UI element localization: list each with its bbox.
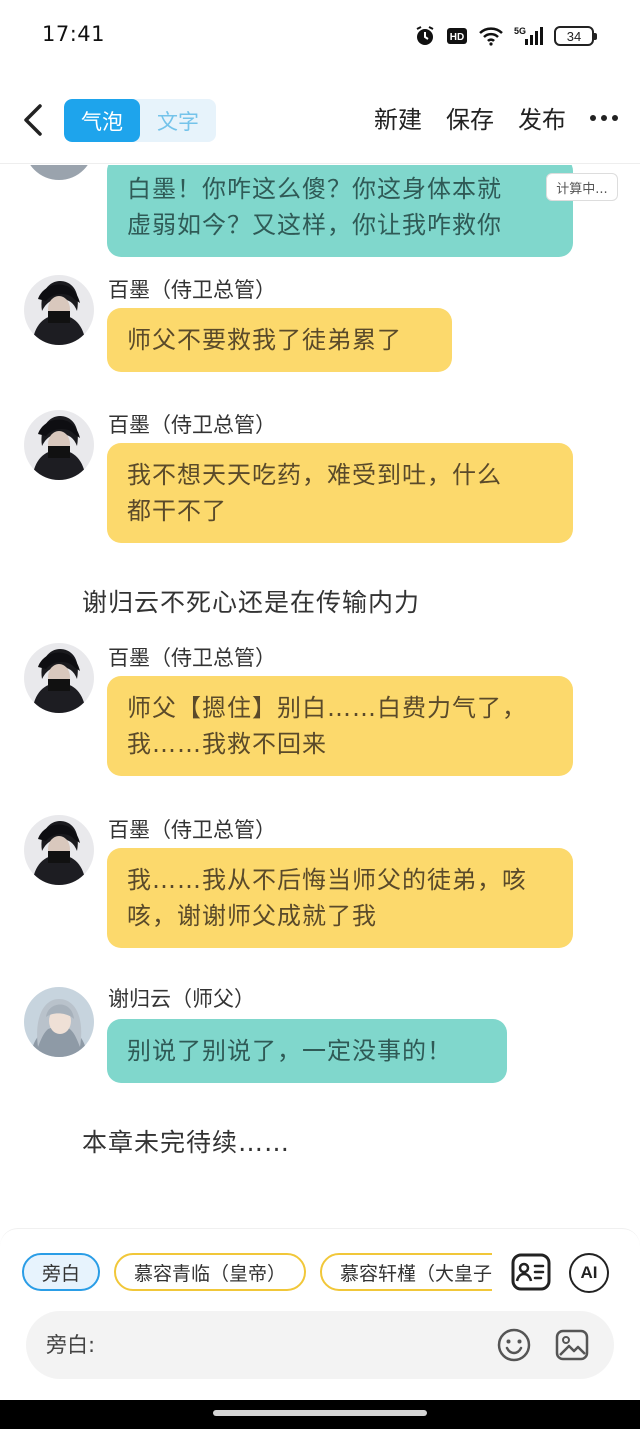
hd-icon: HD — [447, 28, 467, 44]
mode-toggle: 气泡 文字 — [64, 99, 216, 142]
bubble-line: 都干不了 — [127, 497, 227, 525]
speaker-name: 百墨（侍卫总管） — [108, 646, 276, 670]
avatar — [24, 987, 94, 1057]
calculating-tag: 计算中... — [546, 173, 618, 201]
bubble-line: 我……我救不回来 — [127, 730, 327, 758]
status-time: 17:41 — [42, 22, 106, 46]
chat-message[interactable]: 百墨（侍卫总管） 师父【摁住】别白……白费力气了， 我……我救不回来 — [0, 640, 640, 790]
chevron-left-icon — [24, 104, 42, 136]
bubble-line: 我不想天天吃药，难受到吐，什么 — [127, 461, 502, 489]
character-card-button[interactable] — [510, 1251, 552, 1293]
signal-5g-icon: 5G — [514, 26, 543, 45]
new-button[interactable]: 新建 — [374, 100, 422, 135]
more-icon[interactable] — [590, 108, 618, 128]
alarm-icon — [416, 26, 434, 45]
contact-card-icon — [511, 1253, 551, 1291]
emoji-button[interactable] — [496, 1327, 532, 1363]
battery-icon: 34 — [554, 26, 597, 46]
bubble-line: 咳，谢谢师父成就了我 — [127, 902, 377, 930]
bubble-line: 我……我从不后悔当师父的徒弟，咳 — [127, 866, 527, 894]
role-selector[interactable]: 旁白 慕容青临（皇帝） 慕容轩槿（大皇子） — [22, 1253, 492, 1293]
status-bar: 17:41 HD 5G 34 — [0, 0, 640, 72]
chat-message[interactable]: 百墨（侍卫总管） 我……我从不后悔当师父的徒弟，咳 咳，谢谢师父成就了我 — [0, 812, 640, 962]
role-chip-narrator[interactable]: 旁白 — [22, 1253, 101, 1291]
svg-text:HD: HD — [450, 32, 464, 43]
bubble-line: 师父不要救我了徒弟累了 — [127, 326, 402, 354]
narration-text[interactable]: 谢归云不死心还是在传输内力 — [82, 583, 420, 619]
message-input[interactable] — [46, 1311, 486, 1379]
speaker-name: 百墨（侍卫总管） — [108, 818, 276, 842]
message-bubble[interactable]: 师父【摁住】别白……白费力气了， 我……我救不回来 — [107, 676, 573, 776]
speaker-name: 百墨（侍卫总管） — [108, 278, 276, 302]
speaker-name: 百墨（侍卫总管） — [108, 413, 276, 437]
composer-panel: 旁白 慕容青临（皇帝） 慕容轩槿（大皇子） AI — [0, 1228, 640, 1400]
message-bubble[interactable]: 我不想天天吃药，难受到吐，什么 都干不了 — [107, 443, 573, 543]
publish-button[interactable]: 发布 — [518, 100, 566, 135]
avatar — [24, 275, 94, 345]
avatar — [24, 410, 94, 480]
system-nav-bar — [0, 1400, 640, 1429]
chat-message[interactable]: 百墨（侍卫总管） 师父不要救我了徒弟累了 — [0, 272, 640, 387]
bubble-line: 虚弱如今？又这样，你让我咋救你 — [127, 211, 502, 239]
home-indicator[interactable] — [213, 1410, 427, 1416]
status-icons: HD 5G 34 — [414, 22, 597, 50]
avatar — [24, 643, 94, 713]
bubble-line: 白墨！你咋这么傻？你这身体本就 — [127, 175, 502, 203]
narration-text[interactable]: 本章未完待续…… — [82, 1123, 290, 1159]
role-chip[interactable]: 慕容青临（皇帝） — [114, 1253, 307, 1291]
image-button[interactable] — [554, 1327, 590, 1363]
avatar — [24, 165, 94, 180]
bubble-line: 别说了别说了，一定没事的！ — [127, 1037, 452, 1065]
chat-message[interactable]: 百墨（侍卫总管） 我不想天天吃药，难受到吐，什么 都干不了 — [0, 407, 640, 557]
message-bubble[interactable]: 我……我从不后悔当师父的徒弟，咳 咳，谢谢师父成就了我 — [107, 848, 573, 948]
svg-text:5G: 5G — [514, 26, 526, 36]
top-bar: 气泡 文字 新建 保存 发布 — [0, 80, 640, 164]
message-bubble[interactable]: 白墨！你咋这么傻？你这身体本就 虚弱如今？又这样，你让我咋救你 — [107, 165, 573, 257]
wifi-icon — [479, 27, 503, 46]
image-icon — [555, 1329, 589, 1361]
save-button[interactable]: 保存 — [446, 100, 494, 135]
message-bubble[interactable]: 别说了别说了，一定没事的！ — [107, 1019, 507, 1083]
tab-text[interactable]: 文字 — [140, 99, 216, 142]
bubble-line: 师父【摁住】别白……白费力气了， — [127, 694, 527, 722]
speaker-name: 谢归云（师父） — [108, 987, 255, 1011]
chat-message[interactable]: 谢归云（师父） 别说了别说了，一定没事的！ — [0, 983, 640, 1098]
smile-icon — [497, 1328, 531, 1362]
ai-button[interactable]: AI — [569, 1253, 609, 1293]
chat-area[interactable]: 白墨！你咋这么傻？你这身体本就 虚弱如今？又这样，你让我咋救你 计算中... 百… — [0, 165, 640, 1225]
role-chip[interactable]: 慕容轩槿（大皇子） — [320, 1253, 492, 1291]
avatar — [24, 815, 94, 885]
back-button[interactable] — [18, 100, 50, 140]
message-bubble[interactable]: 师父不要救我了徒弟累了 — [107, 308, 452, 372]
tab-bubble[interactable]: 气泡 — [64, 99, 140, 142]
chat-message[interactable]: 白墨！你咋这么傻？你这身体本就 虚弱如今？又这样，你让我咋救你 — [0, 165, 640, 257]
message-input-box[interactable] — [26, 1311, 614, 1379]
top-actions: 新建 保存 发布 — [374, 100, 618, 135]
